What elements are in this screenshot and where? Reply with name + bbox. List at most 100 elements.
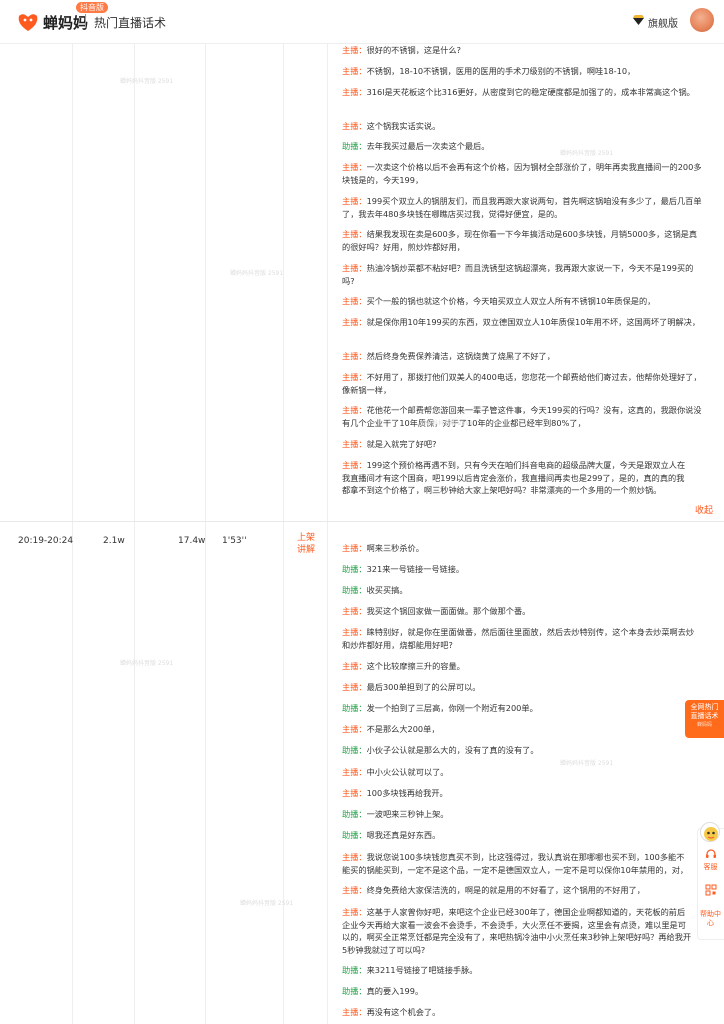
line-text: 就是入就完了好吧? xyxy=(366,439,437,449)
line-text: 啊来三秒杀价。 xyxy=(366,543,424,553)
speaker-label: 助播： xyxy=(342,809,367,819)
chevron-right-icon[interactable]: › xyxy=(670,14,674,24)
transcript-line: 主播：花他花一个邮费帮您游回来一辈子管这件事，今天199买的行吗？没有，这真的，… xyxy=(342,404,702,429)
transcript-line: 助播：来3211号链接了吧链接手脉。 xyxy=(342,964,702,977)
speaker-label: 主播： xyxy=(342,724,367,734)
header-divider xyxy=(85,14,86,28)
help-center-button[interactable]: 帮助中心 xyxy=(697,910,724,928)
line-text: 嗯我还真是好东西。 xyxy=(366,830,441,840)
speaker-label: 助播： xyxy=(342,703,367,713)
line-text: 一次卖这个价格以后不会再有这个价格，因为钢材全部涨价了，明年再卖我直播间一的20… xyxy=(342,162,702,185)
transcript-line: 助播：小伙子公认就是那么大的，没有了真的没有了。 xyxy=(342,744,702,757)
line-text: 真的要入199。 xyxy=(366,986,424,996)
promo-line: 直播话术 xyxy=(690,712,719,720)
transcript-line: 主播：这个锅我实话实说。 xyxy=(342,120,702,133)
transcript-table xyxy=(0,44,724,1024)
line-text: 199买个双立人的锅朋友们，而且我再跟大家说两句，首先啊这锅咱没有多少了，最后几… xyxy=(342,196,702,219)
speaker-label: 主播： xyxy=(342,405,367,415)
collapse-button[interactable]: 收起 xyxy=(695,503,713,516)
qr-code-button[interactable] xyxy=(697,884,724,899)
speaker-label: 主播： xyxy=(342,682,367,692)
speaker-label: 主播： xyxy=(342,606,367,616)
help-center-label: 帮助中心 xyxy=(700,910,721,927)
promo-brand: 蝉妈妈 xyxy=(696,722,712,728)
line-text: 再没有这个机会了。 xyxy=(366,1007,441,1017)
speaker-label: 主播： xyxy=(342,229,367,239)
transcript-line: 助播：收买买搞。 xyxy=(342,584,702,597)
listing-explain-tag[interactable]: 上架讲解 xyxy=(297,532,321,556)
metric-cell: 17.4w xyxy=(178,536,206,546)
transcript-line: 主播：买个一般的锅也就这个价格，今天咱买双立人双立人所有不锈钢10年质保是的， xyxy=(342,295,702,308)
line-text: 来3211号链接了吧链接手脉。 xyxy=(366,965,478,975)
speaker-label: 主播： xyxy=(342,439,367,449)
speaker-label: 助播： xyxy=(342,564,367,574)
transcript-line: 助播：一波吧来三秒钟上架。 xyxy=(342,808,702,821)
user-avatar[interactable] xyxy=(690,8,714,32)
line-text: 发一个拍到了三层高，你刚一个附近有200单。 xyxy=(366,703,538,713)
line-text: 这个锅我实话实说。 xyxy=(366,121,441,131)
headset-icon xyxy=(705,849,716,858)
transcript-line: 主播：一次卖这个价格以后不会再有这个价格，因为钢材全部涨价了，明年再卖我直播间一… xyxy=(342,161,702,186)
transcript-line: 主播：中小火公认就可以了。 xyxy=(342,766,702,779)
transcript-line: 主播：结果我发现在卖是600多，现在你看一下今年搞活动是600多块钱，月销500… xyxy=(342,228,702,253)
transcript-line: 主播：热油冷锅炒菜都不粘好吧？而且洗锈型这锅超漂亮，我再跟大家说一下，今天不是1… xyxy=(342,262,702,287)
speaker-label: 主播： xyxy=(342,661,367,671)
brand-name[interactable]: 蝉妈妈 xyxy=(43,12,88,33)
speaker-label: 助播： xyxy=(342,965,367,975)
line-text: 就是保你用10年199买的东西，双立德国双立人10年质保10年用不坏，这国两坏了… xyxy=(366,317,701,327)
line-text: 最后300单担到了的公屏可以。 xyxy=(366,682,481,692)
speaker-label: 助播： xyxy=(342,141,367,151)
line-text: 一波吧来三秒钟上架。 xyxy=(366,809,449,819)
transcript-line: 主播：100多块钱再给我开。 xyxy=(342,787,702,800)
column-divider xyxy=(72,44,73,1024)
line-text: 收买买搞。 xyxy=(366,585,408,595)
transcript-line: 主播：316l是天花板这个比316更好，从密度到它的稳定硬度都是加强了的，成本非… xyxy=(342,86,702,99)
transcript-line: 主播：最后300单担到了的公屏可以。 xyxy=(342,681,702,694)
column-divider xyxy=(327,44,328,1024)
line-text: 花他花一个邮费帮您游回来一辈子管这件事，今天199买的行吗？没有，这真的，我跟你… xyxy=(342,405,702,428)
line-text: 终身免费给大家保洁洗的，啊是的就是用的不好看了，这个锅用的不好用了， xyxy=(366,885,645,895)
row-divider xyxy=(0,521,724,522)
speaker-label: 主播： xyxy=(342,907,367,917)
duration-cell: 1'53'' xyxy=(222,536,247,546)
transcript-line: 助播：嗯我还真是好东西。 xyxy=(342,829,702,842)
line-text: 小伙子公认就是那么大的，没有了真的没有了。 xyxy=(366,745,539,755)
line-text: 中小火公认就可以了。 xyxy=(366,767,449,777)
speaker-label: 主播： xyxy=(342,627,367,637)
chanmama-logo-icon[interactable] xyxy=(17,12,39,32)
promo-line: 全网热门 xyxy=(690,703,719,711)
speaker-label: 主播： xyxy=(342,296,367,306)
line-text: 很好的不锈钢，这是什么? xyxy=(366,45,461,55)
transcript-line: 主播：然后终身免费保养清洁，这锅烧黄了烧黑了不好了， xyxy=(342,350,702,363)
speaker-label: 助播： xyxy=(342,585,367,595)
qr-code-icon xyxy=(705,884,716,896)
line-text: 199这个预价格再遇不到，只有今天在咱们抖音电商的超级品牌大厦，今天是跟双立人在… xyxy=(342,460,686,495)
transcript-line: 助播：真的要入199。 xyxy=(342,985,702,998)
hot-scripts-promo-button[interactable]: 全网热门 直播话术 蝉妈妈 xyxy=(685,700,724,738)
transcript-line: 主播：不是那么大200单， xyxy=(342,723,702,736)
customer-service-label: 客服 xyxy=(703,863,718,871)
line-text: 然后终身免费保养清洁，这锅烧黄了烧黑了不好了， xyxy=(366,351,555,361)
column-divider xyxy=(134,44,135,1024)
mascot-icon[interactable] xyxy=(700,822,720,842)
transcript-line: 主播：啊来三秒杀价。 xyxy=(342,542,702,555)
speaker-label: 主播： xyxy=(342,351,367,361)
speaker-label: 主播： xyxy=(342,543,367,553)
line-text: 316l是天花板这个比316更好，从密度到它的稳定硬度都是加强了的，成本非常高这… xyxy=(366,87,695,97)
speaker-label: 主播： xyxy=(342,885,367,895)
transcript-line: 主播：终身免费给大家保洁洗的，啊是的就是用的不好看了，这个锅用的不好用了， xyxy=(342,884,702,897)
speaker-label: 主播： xyxy=(342,372,367,382)
speaker-label: 主播： xyxy=(342,162,367,172)
speaker-label: 主播： xyxy=(342,788,367,798)
line-text: 不好用了，那拨打他们双美人的400电话，您您花一个邮费给他们寄过去，他帮你处理好… xyxy=(342,372,702,395)
speaker-label: 助播： xyxy=(342,745,367,755)
speaker-label: 主播： xyxy=(342,852,367,862)
customer-service-button[interactable]: 客服 xyxy=(697,848,724,872)
line-text: 不锈钢，18-10不锈钢，医用的医用的手术刀级别的不锈钢，啊哇18-10， xyxy=(366,66,636,76)
mascot-face-icon xyxy=(704,827,718,841)
line-text: 热油冷锅炒菜都不粘好吧？而且洗锈型这锅超漂亮，我再跟大家说一下，今天不是199买… xyxy=(342,263,694,286)
transcript-line: 主播：不好用了，那拨打他们双美人的400电话，您您花一个邮费给他们寄过去，他帮你… xyxy=(342,371,702,396)
speaker-label: 助播： xyxy=(342,830,367,840)
transcript-line: 主播：这基于人家曾你好吧，来吧这个企业已经300年了，德国企业啊都知道的，天花板… xyxy=(342,906,692,956)
transcript-line: 助播：321来一号链接一号链接。 xyxy=(342,563,702,576)
